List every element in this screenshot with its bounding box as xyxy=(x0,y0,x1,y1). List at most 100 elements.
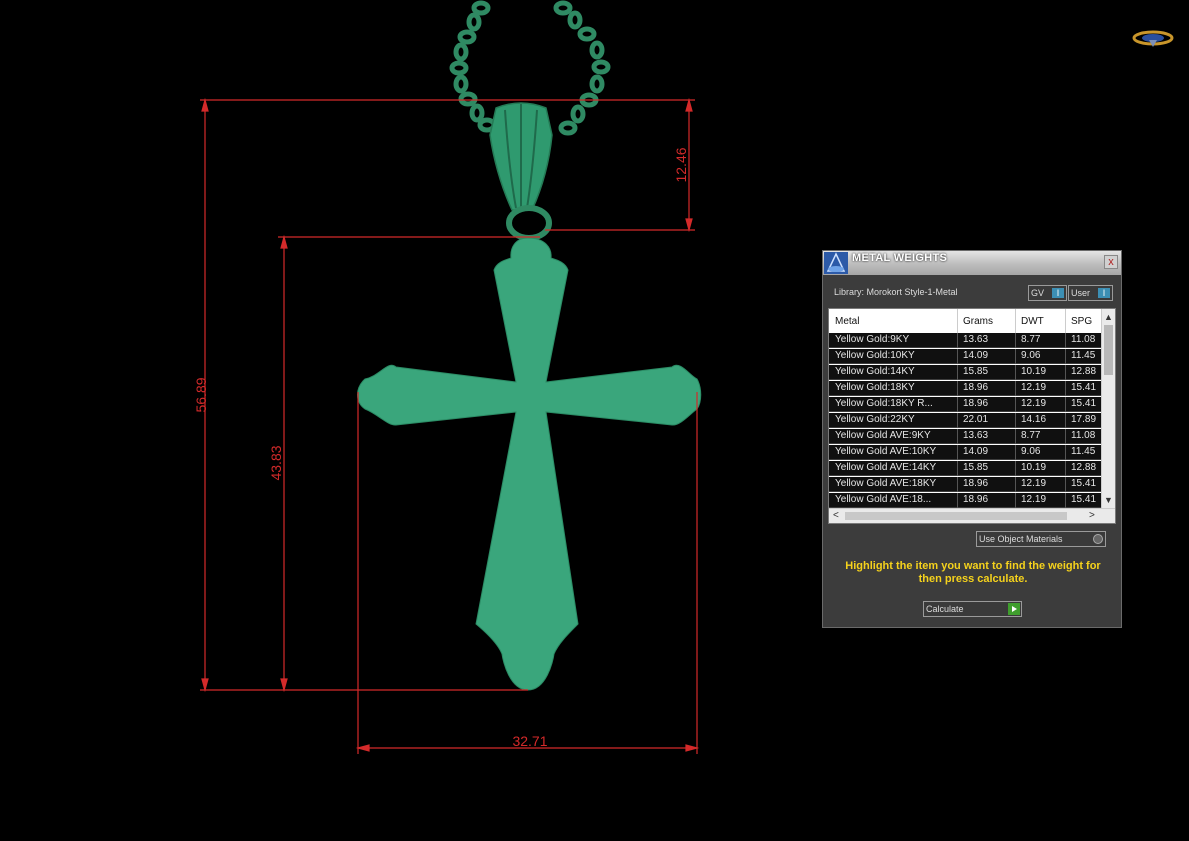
table-row[interactable]: Yellow Gold:14KY 15.85 10.19 12.88 xyxy=(829,365,1101,380)
table-row[interactable]: Yellow Gold AVE:18KY 18.96 12.19 15.41 xyxy=(829,477,1101,492)
metal-cell: Yellow Gold AVE:9KY xyxy=(835,430,931,441)
grams-cell: 15.85 xyxy=(963,366,989,377)
column-header-grams[interactable]: Grams xyxy=(963,316,993,327)
cell-divider xyxy=(957,333,958,348)
spg-cell: 11.08 xyxy=(1071,430,1096,441)
spg-cell: 11.45 xyxy=(1071,350,1096,361)
grams-cell: 22.01 xyxy=(963,414,989,425)
cross-pendant xyxy=(357,237,702,691)
spg-cell: 17.89 xyxy=(1071,414,1097,425)
metal-cell: Yellow Gold:10KY xyxy=(835,350,915,361)
horizontal-scrollbar[interactable]: < > xyxy=(829,508,1115,523)
column-header-spg[interactable]: SPG xyxy=(1071,316,1092,327)
grams-cell: 14.09 xyxy=(963,350,989,361)
dwt-cell: 12.19 xyxy=(1021,382,1047,393)
cell-divider xyxy=(1065,493,1066,508)
table-row[interactable]: Yellow Gold AVE:10KY 14.09 9.06 11.45 xyxy=(829,445,1101,460)
cell-divider xyxy=(1015,445,1016,460)
scroll-up-icon[interactable]: ▲ xyxy=(1104,312,1113,322)
spg-cell: 15.41 xyxy=(1071,382,1097,393)
dwt-cell: 10.19 xyxy=(1021,462,1047,473)
vertical-scrollbar[interactable]: ▲ ▼ xyxy=(1101,309,1115,508)
column-divider xyxy=(1065,309,1066,333)
table-row[interactable]: Yellow Gold AVE:18... 18.96 12.19 15.41 xyxy=(829,493,1101,508)
grams-cell: 18.96 xyxy=(963,478,989,489)
cell-divider xyxy=(957,365,958,380)
dimension-total-height: 56.89 xyxy=(193,377,209,412)
metal-cell: Yellow Gold:18KY xyxy=(835,382,915,393)
cell-divider xyxy=(1015,461,1016,476)
calculate-button[interactable]: Calculate xyxy=(923,601,1022,617)
play-icon[interactable] xyxy=(1008,603,1020,615)
cell-divider xyxy=(957,429,958,444)
dwt-cell: 9.06 xyxy=(1021,446,1041,457)
close-button[interactable]: x xyxy=(1104,255,1118,269)
user-toggle[interactable]: User I xyxy=(1068,285,1113,301)
bail xyxy=(489,102,553,241)
table-row[interactable]: Yellow Gold:10KY 14.09 9.06 11.45 xyxy=(829,349,1101,364)
scroll-right-icon[interactable]: > xyxy=(1089,510,1095,521)
metal-cell: Yellow Gold:9KY xyxy=(835,334,910,345)
cell-divider xyxy=(957,493,958,508)
table-row[interactable]: Yellow Gold:18KY 18.96 12.19 15.41 xyxy=(829,381,1101,396)
cell-divider xyxy=(957,445,958,460)
cell-divider xyxy=(1065,381,1066,396)
grams-cell: 14.09 xyxy=(963,446,989,457)
metal-cell: Yellow Gold:22KY xyxy=(835,414,915,425)
metal-table[interactable]: Metal Grams DWT SPG Yellow Gold:9KY 13.63… xyxy=(828,308,1116,524)
calculate-label: Calculate xyxy=(926,604,964,614)
cell-divider xyxy=(957,413,958,428)
column-header-dwt[interactable]: DWT xyxy=(1021,316,1044,327)
cell-divider xyxy=(1065,365,1066,380)
dwt-cell: 12.19 xyxy=(1021,398,1047,409)
table-row[interactable]: Yellow Gold AVE:9KY 13.63 8.77 11.08 xyxy=(829,429,1101,444)
library-label: Library: Morokort Style-1-Metal xyxy=(834,287,958,297)
dialog-titlebar[interactable]: METAL WEIGHTS x xyxy=(823,251,1121,275)
scroll-down-icon[interactable]: ▼ xyxy=(1104,495,1113,505)
cell-divider xyxy=(1065,397,1066,412)
column-header-metal[interactable]: Metal xyxy=(835,316,859,327)
metal-cell: Yellow Gold:18KY R... xyxy=(835,398,933,409)
table-row[interactable]: Yellow Gold:22KY 22.01 14.16 17.89 xyxy=(829,413,1101,428)
dwt-cell: 8.77 xyxy=(1021,430,1041,441)
instruction-text: Highlight the item you want to find the … xyxy=(845,560,1101,585)
cell-divider xyxy=(957,381,958,396)
spg-cell: 11.08 xyxy=(1071,334,1096,345)
spg-cell: 15.41 xyxy=(1071,478,1097,489)
cell-divider xyxy=(1065,461,1066,476)
spg-cell: 12.88 xyxy=(1071,366,1097,377)
cell-divider xyxy=(957,477,958,492)
user-toggle-label: User xyxy=(1071,288,1091,298)
spg-cell: 15.41 xyxy=(1071,494,1097,505)
grams-cell: 18.96 xyxy=(963,494,989,505)
cell-divider xyxy=(1015,477,1016,492)
gv-toggle-knob: I xyxy=(1052,288,1064,298)
table-row[interactable]: Yellow Gold:9KY 13.63 8.77 11.08 xyxy=(829,333,1101,348)
grams-cell: 13.63 xyxy=(963,430,989,441)
cell-divider xyxy=(1015,333,1016,348)
table-row[interactable]: Yellow Gold:18KY R... 18.96 12.19 15.41 xyxy=(829,397,1101,412)
cell-divider xyxy=(1065,333,1066,348)
cell-divider xyxy=(1065,477,1066,492)
cell-divider xyxy=(1065,429,1066,444)
vertical-scroll-thumb[interactable] xyxy=(1104,325,1113,375)
dialog-title: METAL WEIGHTS xyxy=(852,252,948,264)
dwt-cell: 12.19 xyxy=(1021,494,1047,505)
scroll-left-icon[interactable]: < xyxy=(833,510,839,521)
dimension-width: 32.71 xyxy=(512,733,547,749)
cell-divider xyxy=(1015,413,1016,428)
brand-logo-icon xyxy=(1132,30,1174,47)
table-row[interactable]: Yellow Gold AVE:14KY 15.85 10.19 12.88 xyxy=(829,461,1101,476)
horizontal-scroll-thumb[interactable] xyxy=(845,512,1067,520)
cell-divider xyxy=(957,461,958,476)
cell-divider xyxy=(1065,445,1066,460)
cell-divider xyxy=(1015,365,1016,380)
spg-cell: 12.88 xyxy=(1071,462,1097,473)
dwt-cell: 10.19 xyxy=(1021,366,1047,377)
use-object-materials-option[interactable]: Use Object Materials xyxy=(976,531,1106,547)
metal-cell: Yellow Gold AVE:18KY xyxy=(835,478,937,489)
rhino-logo-icon xyxy=(824,252,848,274)
metal-weights-dialog: METAL WEIGHTS x Library: Morokort Style-… xyxy=(822,250,1122,628)
cell-divider xyxy=(1065,349,1066,364)
gv-toggle[interactable]: GV I xyxy=(1028,285,1067,301)
